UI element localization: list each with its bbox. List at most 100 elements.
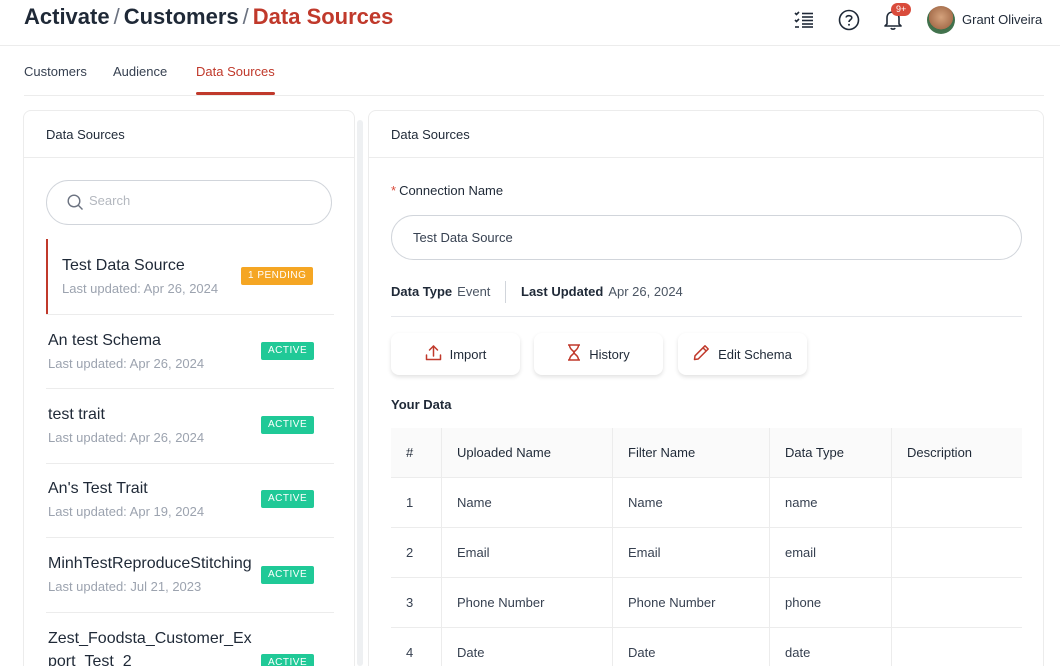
data-type-cell: name <box>770 478 892 528</box>
data-source-item[interactable]: An's Test Trait Last updated: Apr 19, 20… <box>24 463 354 538</box>
data-source-item[interactable]: MinhTestReproduceStitching Last updated:… <box>24 537 354 612</box>
data-source-name: Zest_Foodsta_Customer_Ex <box>48 630 252 647</box>
data-type-cell: phone <box>770 578 892 628</box>
row-index: 3 <box>391 578 442 628</box>
data-source-updated: Last updated: Apr 19, 2024 <box>48 504 205 519</box>
filter-name-cell: Phone Number <box>613 578 770 628</box>
app-header: Activate / Customers / Data Sources 9+ Grant… <box>0 0 1060 46</box>
description-cell <box>892 578 1022 628</box>
panel-resize-handle[interactable] <box>357 120 363 666</box>
breadcrumb-data-sources: Data Sources <box>252 4 394 29</box>
table-row[interactable]: 4 Date Date date <box>391 628 1022 666</box>
status-badge: 1 PENDING <box>241 267 314 285</box>
table-row[interactable]: 2 Email Email email <box>391 528 1022 578</box>
row-index: 4 <box>391 628 442 666</box>
row-index: 2 <box>391 528 442 578</box>
selected-indicator <box>46 239 48 314</box>
uploaded-name-cell: Email <box>442 528 613 578</box>
data-type-label: Data Type <box>391 284 453 299</box>
table-row[interactable]: 1 Name Name name <box>391 478 1022 528</box>
breadcrumb-activate[interactable]: Activate <box>24 4 110 29</box>
data-source-detail-panel: Data Sources *Connection Name Data TypeE… <box>368 110 1044 666</box>
description-cell <box>892 628 1022 666</box>
uploaded-name-cell: Date <box>442 628 613 666</box>
data-source-name: An test Schema <box>48 332 161 349</box>
panel-title: Data Sources <box>391 127 470 142</box>
panel-title: Data Sources <box>46 127 125 142</box>
column-header-uploaded-name: Uploaded Name <box>442 428 613 478</box>
data-source-updated: Last updated: Apr 26, 2024 <box>62 281 219 296</box>
tab-bar: Customers Audience Data Sources <box>24 46 1044 96</box>
data-source-name: Test Data Source <box>62 257 185 274</box>
hourglass-icon <box>567 344 581 364</box>
data-type-cell: date <box>770 628 892 666</box>
data-type-cell: email <box>770 528 892 578</box>
notification-badge: 9+ <box>891 3 912 16</box>
divider <box>369 157 1043 158</box>
user-name[interactable]: Grant Oliveira <box>962 12 1042 27</box>
active-tab-indicator <box>196 92 275 95</box>
filter-name-cell: Email <box>613 528 770 578</box>
connection-name-label: * Connection Name <box>391 183 503 198</box>
divider <box>391 316 1022 317</box>
history-label: History <box>589 346 630 362</box>
row-index: 1 <box>391 478 442 528</box>
data-source-updated: Last updated: Apr 26, 2024 <box>48 430 205 445</box>
table-row[interactable]: 3 Phone Number Phone Number phone <box>391 578 1022 628</box>
data-source-name: MinhTestReproduceStitching <box>48 555 252 572</box>
breadcrumb-customers[interactable]: Customers <box>124 4 239 29</box>
status-badge: ACTIVE <box>261 566 315 584</box>
tab-audience[interactable]: Audience <box>113 64 167 79</box>
data-source-name: An's Test Trait <box>48 480 148 497</box>
status-badge: ACTIVE <box>261 654 315 666</box>
edit-schema-label: Edit Schema <box>718 346 792 362</box>
data-source-item[interactable]: Zest_Foodsta_Customer_Ex port_Test_2 ACT… <box>24 612 354 666</box>
import-button[interactable]: Import <box>391 333 520 375</box>
column-header-description: Description <box>907 445 973 460</box>
column-header-filter-name: Filter Name <box>613 428 770 478</box>
help-icon[interactable] <box>837 8 861 32</box>
connection-name-label-text: Connection Name <box>399 183 504 198</box>
your-data-title: Your Data <box>391 397 452 412</box>
search-input[interactable] <box>89 193 309 208</box>
data-sources-list-panel: Data Sources Test Data Source Last updat… <box>23 110 355 666</box>
status-badge: ACTIVE <box>261 416 315 434</box>
tab-data-sources[interactable]: Data Sources <box>196 64 275 79</box>
edit-schema-button[interactable]: Edit Schema <box>678 333 807 375</box>
data-source-item[interactable]: Test Data Source Last updated: Apr 26, 2… <box>24 239 354 314</box>
uploaded-name-cell: Phone Number <box>442 578 613 628</box>
history-button[interactable]: History <box>534 333 663 375</box>
breadcrumb: Activate / Customers / Data Sources <box>24 4 393 30</box>
pencil-icon <box>693 344 710 364</box>
tab-customers[interactable]: Customers <box>24 64 87 79</box>
upload-icon <box>425 344 442 364</box>
connection-name-input[interactable] <box>391 215 1022 260</box>
filter-name-cell: Name <box>613 478 770 528</box>
breadcrumb-separator: / <box>113 4 120 29</box>
data-source-updated: Last updated: Jul 21, 2023 <box>48 579 202 594</box>
breadcrumb-separator: / <box>242 4 249 29</box>
description-cell <box>892 528 1022 578</box>
table-header-row: # Uploaded Name Filter Name Data Type De… <box>391 428 1022 478</box>
last-updated-value: Apr 26, 2024 <box>608 284 683 299</box>
last-updated-label: Last Updated <box>521 284 604 299</box>
uploaded-name-cell: Name <box>442 478 613 528</box>
data-source-item[interactable]: test trait Last updated: Apr 26, 2024 AC… <box>24 388 354 463</box>
status-badge: ACTIVE <box>261 342 315 360</box>
column-header-data-type: Data Type <box>770 428 892 478</box>
data-source-name: test trait <box>48 406 105 423</box>
last-updated-meta: Last Updated Apr 26, 2024 <box>521 284 683 299</box>
data-type-meta: Data Type Event <box>391 284 490 299</box>
import-label: Import <box>449 346 487 362</box>
data-source-updated: Last updated: Apr 26, 2024 <box>48 356 205 371</box>
avatar[interactable] <box>927 6 955 34</box>
data-source-item[interactable]: An test Schema Last updated: Apr 26, 202… <box>24 314 354 389</box>
list-icon[interactable] <box>792 8 816 32</box>
required-mark: * <box>391 183 397 198</box>
search-icon <box>67 194 84 216</box>
divider <box>505 281 506 303</box>
search-box[interactable] <box>46 180 332 225</box>
data-source-name: port_Test_2 <box>48 653 132 666</box>
description-cell <box>892 478 1022 528</box>
data-type-value: Event <box>457 284 491 299</box>
